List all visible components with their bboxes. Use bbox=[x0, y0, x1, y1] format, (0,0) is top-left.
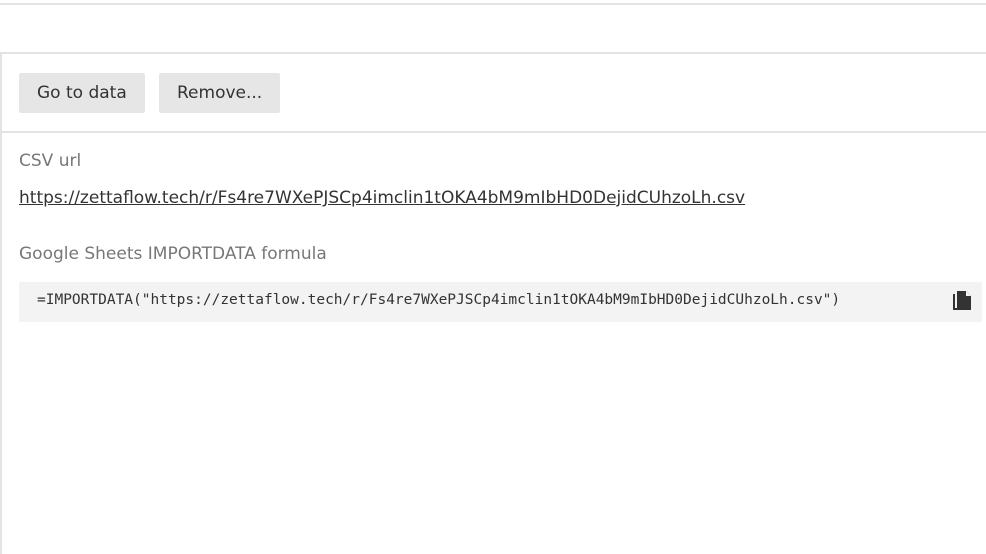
go-to-data-button[interactable]: Go to data bbox=[19, 73, 145, 113]
formula-code-box: =IMPORTDATA("https://zettaflow.tech/r/Fs… bbox=[19, 282, 982, 322]
remove-button[interactable]: Remove... bbox=[159, 73, 281, 113]
export-panel: Go to data Remove... CSV url https://zet… bbox=[0, 52, 986, 554]
copy-icon[interactable] bbox=[950, 290, 974, 314]
google-sheets-formula-label: Google Sheets IMPORTDATA formula bbox=[19, 244, 327, 264]
panel-toolbar: Go to data Remove... bbox=[2, 54, 986, 133]
csv-url-label: CSV url bbox=[19, 151, 82, 171]
top-divider bbox=[0, 3, 986, 5]
csv-url-link[interactable]: https://zettaflow.tech/r/Fs4re7WXePJSCp4… bbox=[19, 188, 745, 208]
copy-icon-graphic bbox=[953, 291, 971, 310]
importdata-formula: =IMPORTDATA("https://zettaflow.tech/r/Fs… bbox=[37, 292, 841, 308]
